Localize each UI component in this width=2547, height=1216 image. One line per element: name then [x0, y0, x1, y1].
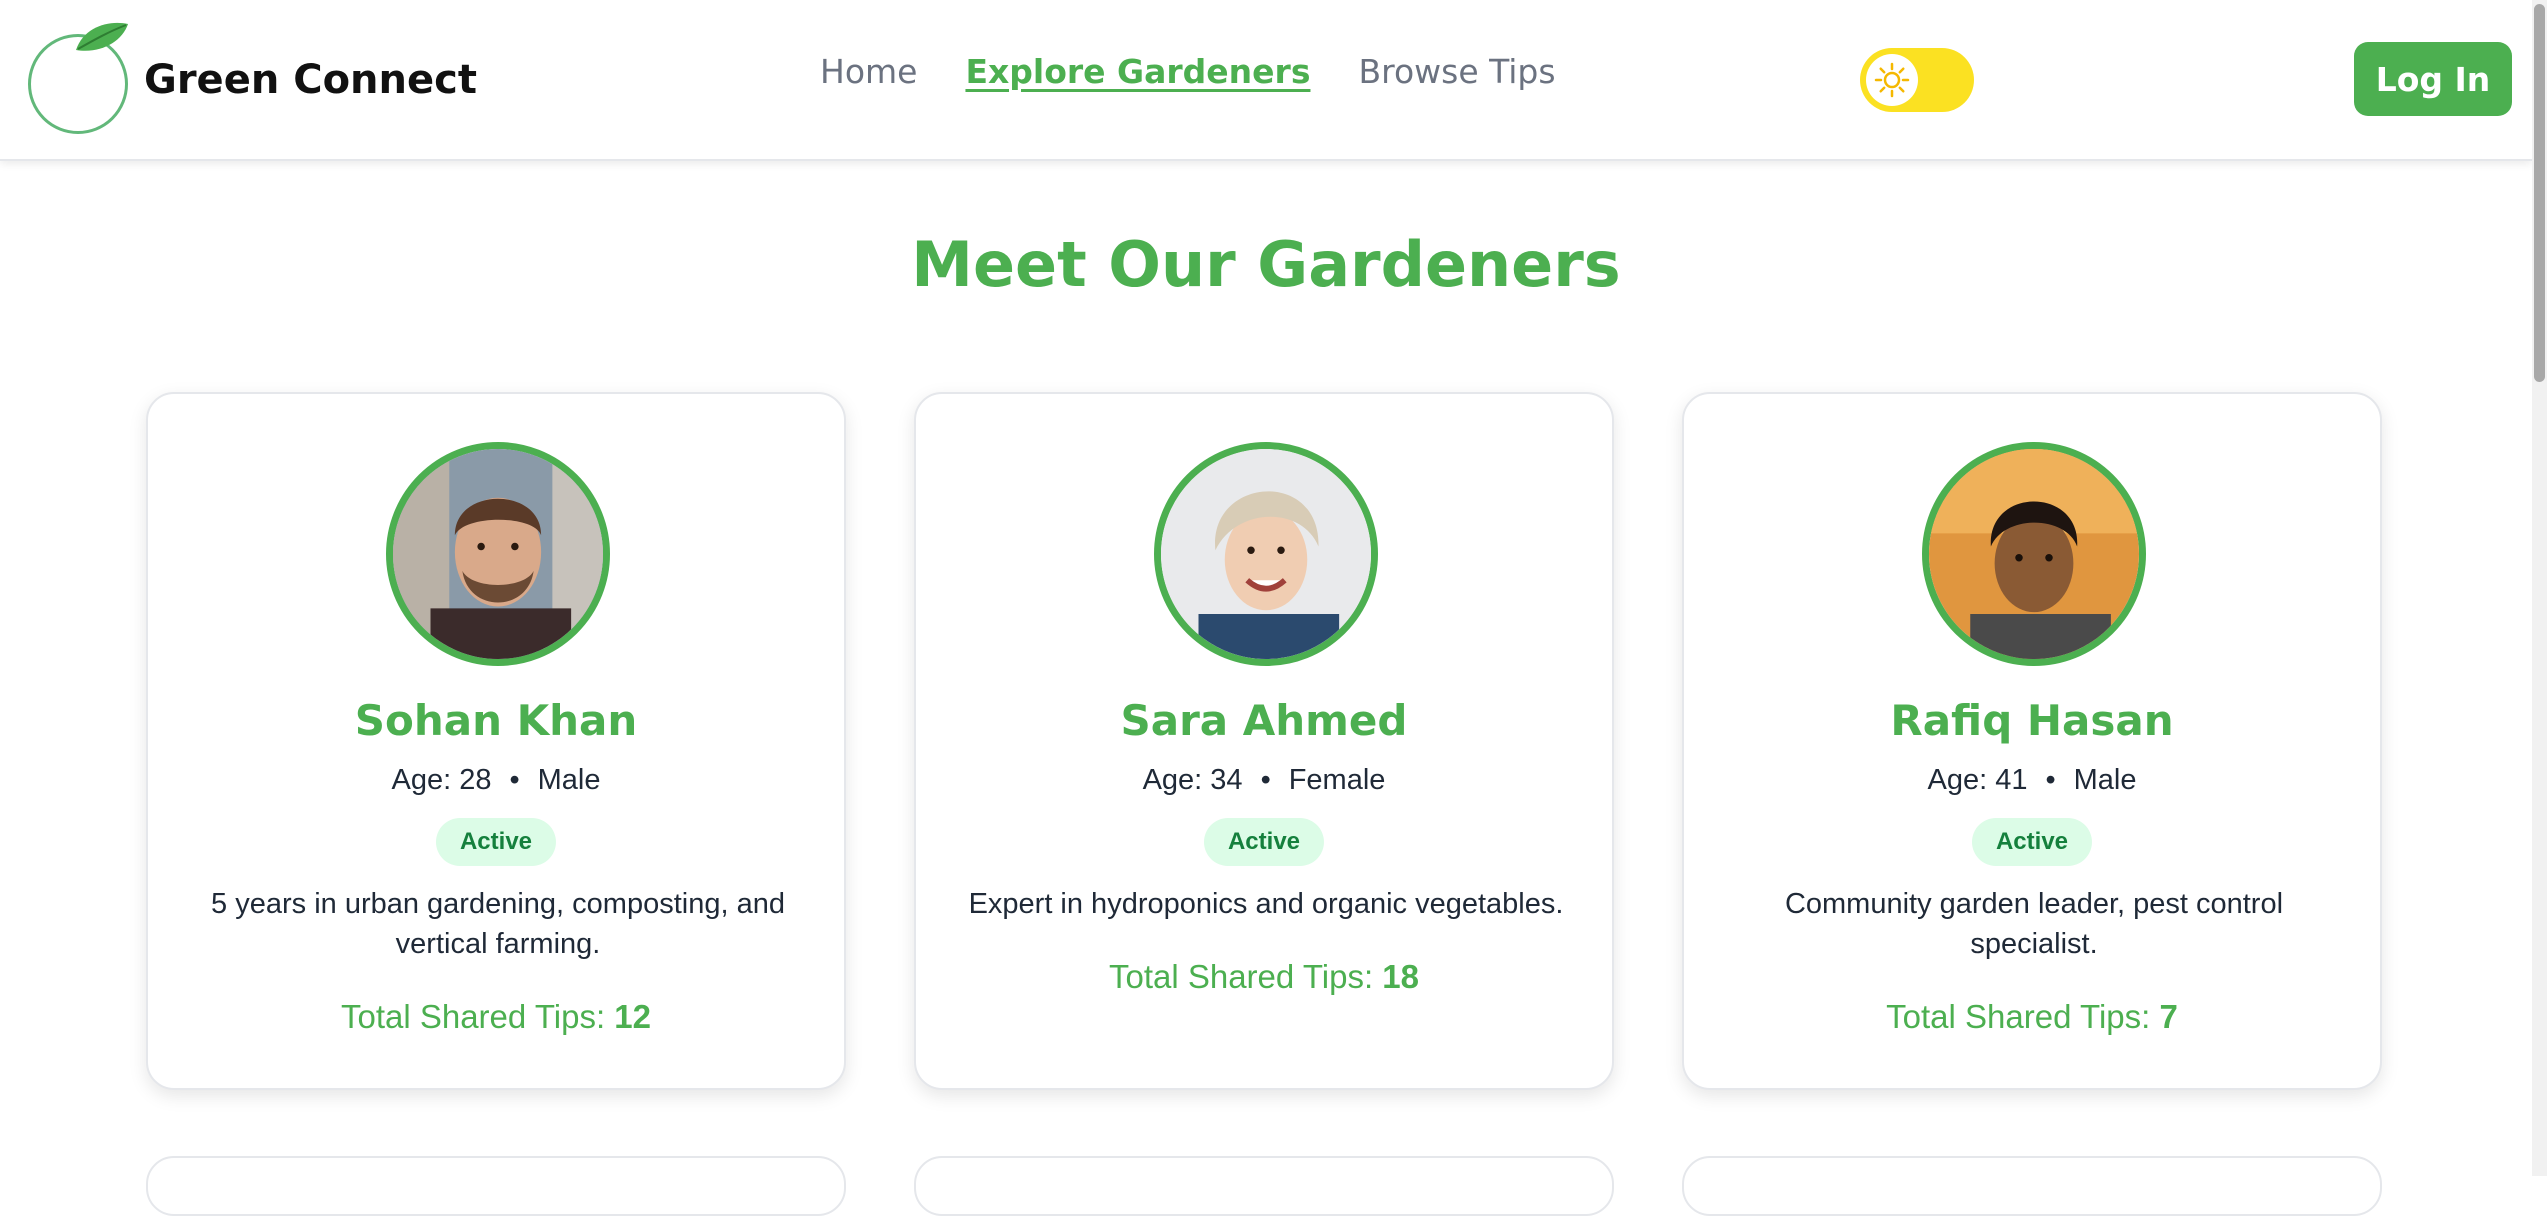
login-button[interactable]: Log In	[2354, 42, 2512, 116]
gardener-description: Expert in hydroponics and organic vegeta…	[968, 888, 1564, 920]
scrollbar-thumb[interactable]	[2534, 4, 2545, 382]
gardener-age: Age: 28	[391, 764, 492, 796]
nav-link-home[interactable]: Home	[820, 52, 917, 91]
gardener-gender: Male	[2073, 764, 2137, 796]
tips-count: 12	[614, 998, 652, 1035]
gardener-name: Sara Ahmed	[1120, 696, 1408, 745]
gardener-card[interactable]: Sohan Khan Age: 28 • Male Active 5 years i…	[146, 392, 846, 1090]
gardener-age: Age: 34	[1142, 764, 1243, 796]
page-title: Meet Our Gardeners	[911, 228, 1621, 301]
gardener-card-partial[interactable]	[914, 1156, 1614, 1216]
tips-count: 18	[1382, 958, 1420, 995]
gardener-card[interactable]: Rafiq Hasan Age: 41 • Male Active Communit…	[1682, 392, 2382, 1090]
gardener-meta: Age: 41 • Male	[1684, 764, 2380, 797]
separator-dot: •	[1260, 764, 1271, 796]
theme-toggle[interactable]	[1860, 48, 1974, 112]
gardener-card-partial[interactable]	[1682, 1156, 2382, 1216]
status-badge: Active	[435, 818, 557, 866]
gardener-age: Age: 41	[1927, 764, 2028, 796]
gardener-meta: Age: 28 • Male	[148, 764, 844, 797]
gardener-name: Rafiq Hasan	[1890, 696, 2174, 745]
total-shared-tips: Total Shared Tips: 18	[916, 958, 1612, 996]
nav-link-explore-gardeners[interactable]: Explore Gardeners	[965, 52, 1310, 91]
total-shared-tips: Total Shared Tips: 7	[1684, 998, 2380, 1036]
sun-icon	[1866, 54, 1918, 106]
separator-dot: •	[509, 764, 520, 796]
tips-label: Total Shared Tips:	[340, 998, 606, 1035]
status-badge: Active	[1971, 818, 2093, 866]
separator-dot: •	[2045, 764, 2056, 796]
logo[interactable]: Green Connect	[26, 20, 477, 140]
total-shared-tips: Total Shared Tips: 12	[148, 998, 844, 1036]
gardener-card-partial[interactable]	[146, 1156, 846, 1216]
tips-count: 7	[2159, 998, 2178, 1035]
nav-link-browse-tips[interactable]: Browse Tips	[1358, 52, 1555, 91]
tips-label: Total Shared Tips:	[1108, 958, 1374, 995]
tips-label: Total Shared Tips:	[1886, 998, 2151, 1035]
gardener-description: 5 years in urban gardening, composting, …	[211, 888, 785, 960]
gardener-gender: Male	[537, 764, 601, 796]
gardener-description: Community garden leader, pest control sp…	[1784, 888, 2284, 960]
gardener-name: Sohan Khan	[354, 696, 638, 745]
avatar	[386, 442, 610, 666]
page-scrollbar[interactable]	[2532, 0, 2547, 1176]
leaf-logo-icon	[26, 20, 134, 140]
gardener-meta: Age: 34 • Female	[916, 764, 1612, 797]
status-badge: Active	[1203, 818, 1325, 866]
gardener-gender: Female	[1288, 764, 1386, 796]
main-nav: Home Explore Gardeners Browse Tips	[820, 52, 1604, 91]
brand-name: Green Connect	[144, 57, 477, 103]
gardener-card[interactable]: Sara Ahmed Age: 34 • Female Active Expert …	[914, 392, 1614, 1090]
avatar	[1154, 442, 1378, 666]
avatar	[1922, 442, 2146, 666]
navbar: Green Connect Home Explore Gardeners Bro…	[0, 0, 2532, 161]
